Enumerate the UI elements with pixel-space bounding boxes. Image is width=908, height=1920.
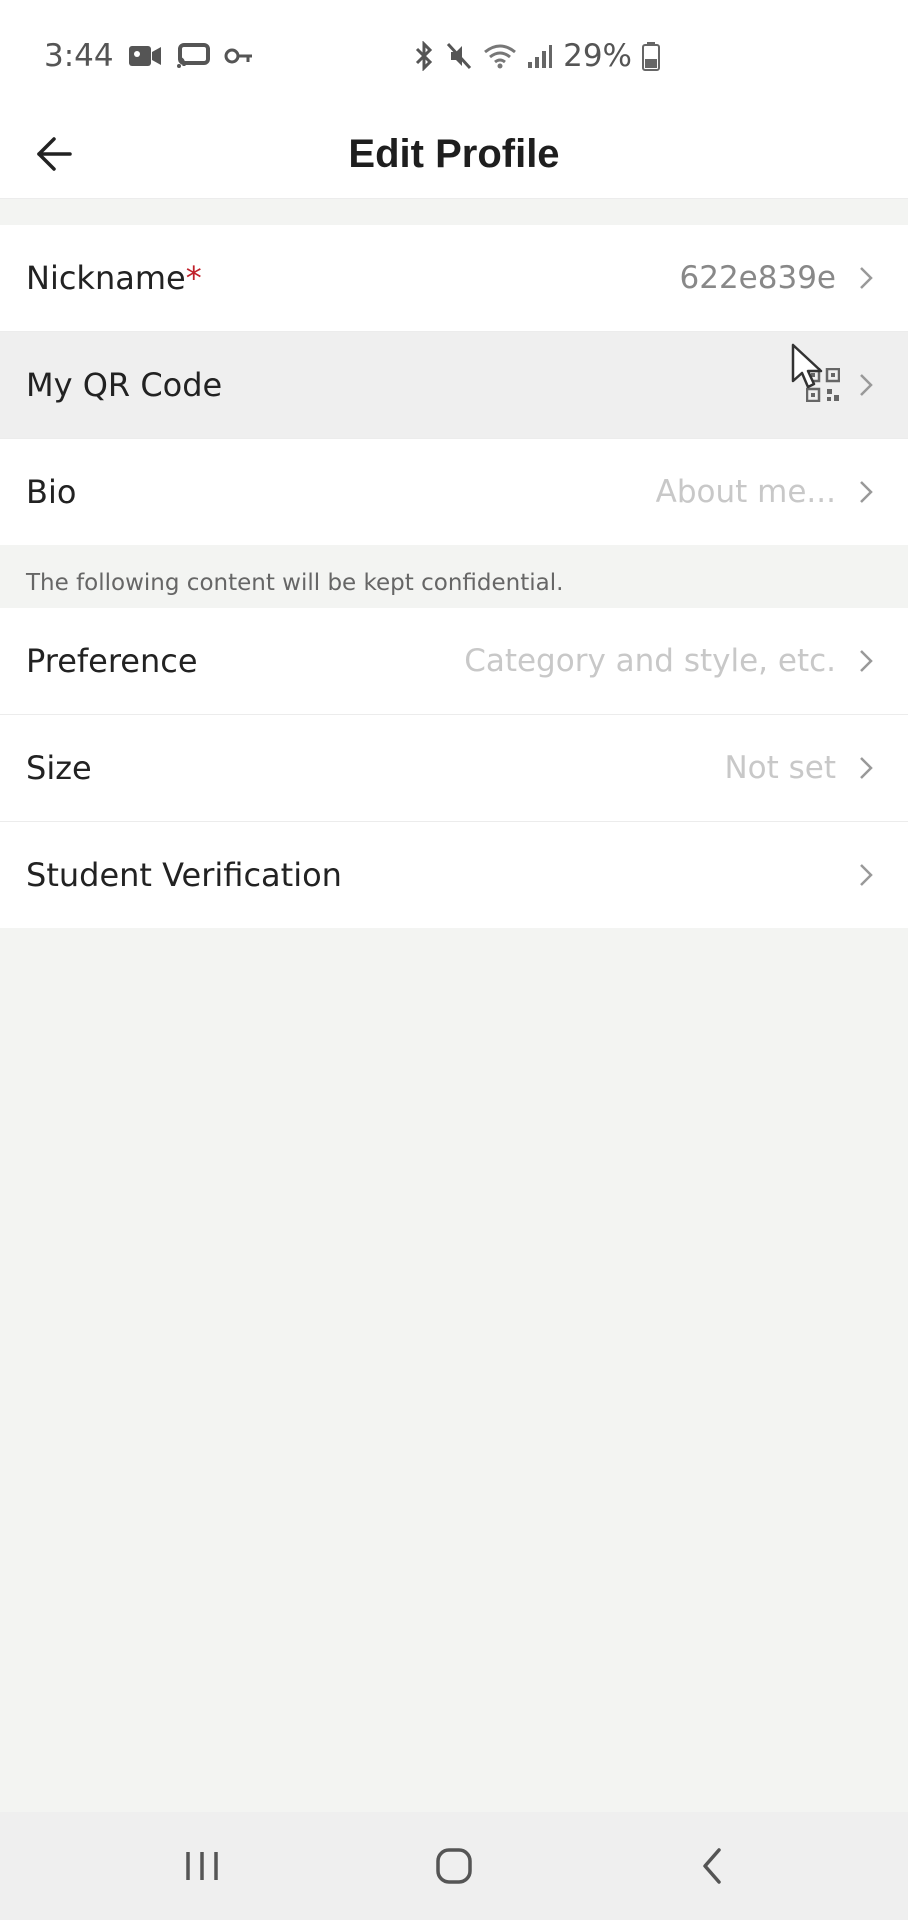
chevron-right-icon — [854, 756, 878, 780]
mute-icon — [445, 41, 473, 71]
nav-back-button[interactable] — [682, 1836, 742, 1896]
key-icon — [224, 46, 254, 66]
confidential-note: The following content will be kept confi… — [26, 570, 564, 596]
recents-icon — [186, 1852, 218, 1880]
battery-percent: 29% — [563, 38, 632, 74]
student-verification-label: Student Verification — [26, 856, 342, 894]
preference-label: Preference — [26, 642, 198, 680]
battery-icon — [642, 41, 660, 71]
chevron-right-icon — [854, 480, 878, 504]
nickname-row[interactable]: Nickname* 622e839e — [0, 225, 908, 332]
wifi-icon — [483, 42, 517, 70]
chevron-right-icon — [854, 863, 878, 887]
bio-placeholder: About me... — [655, 474, 836, 510]
system-nav-bar — [0, 1812, 908, 1920]
chevron-right-icon — [854, 266, 878, 290]
video-camera-icon — [128, 42, 162, 70]
bio-label: Bio — [26, 473, 77, 511]
preference-row[interactable]: Preference Category and style, etc. — [0, 608, 908, 715]
size-row[interactable]: Size Not set — [0, 715, 908, 822]
preference-placeholder: Category and style, etc. — [464, 643, 836, 679]
status-bar: 3:44 29% — [0, 0, 908, 110]
required-mark: * — [185, 259, 202, 297]
app-header: Edit Profile — [0, 110, 908, 199]
status-right: 29% — [413, 34, 660, 78]
profile-section: Nickname* 622e839e My QR Code Bio About … — [0, 225, 908, 545]
mouse-pointer-icon — [790, 343, 830, 391]
page-title: Edit Profile — [348, 132, 560, 176]
size-label: Size — [26, 749, 92, 787]
bluetooth-icon — [413, 41, 435, 71]
home-button[interactable] — [424, 1836, 484, 1896]
bio-row[interactable]: Bio About me... — [0, 439, 908, 545]
qr-code-row[interactable]: My QR Code — [0, 332, 908, 439]
back-icon — [703, 1848, 721, 1884]
chevron-right-icon — [854, 373, 878, 397]
cast-icon — [176, 42, 210, 70]
qr-code-label: My QR Code — [26, 366, 223, 404]
home-icon — [436, 1848, 472, 1884]
nickname-value: 622e839e — [679, 260, 836, 296]
chevron-right-icon — [854, 649, 878, 673]
signal-icon — [527, 42, 553, 70]
nickname-label: Nickname* — [26, 259, 202, 297]
private-section: Preference Category and style, etc. Size… — [0, 608, 908, 928]
size-placeholder: Not set — [724, 750, 836, 786]
status-left: 3:44 — [44, 34, 254, 78]
status-time: 3:44 — [44, 38, 114, 74]
student-verification-row[interactable]: Student Verification — [0, 822, 908, 928]
recents-button[interactable] — [172, 1836, 232, 1896]
